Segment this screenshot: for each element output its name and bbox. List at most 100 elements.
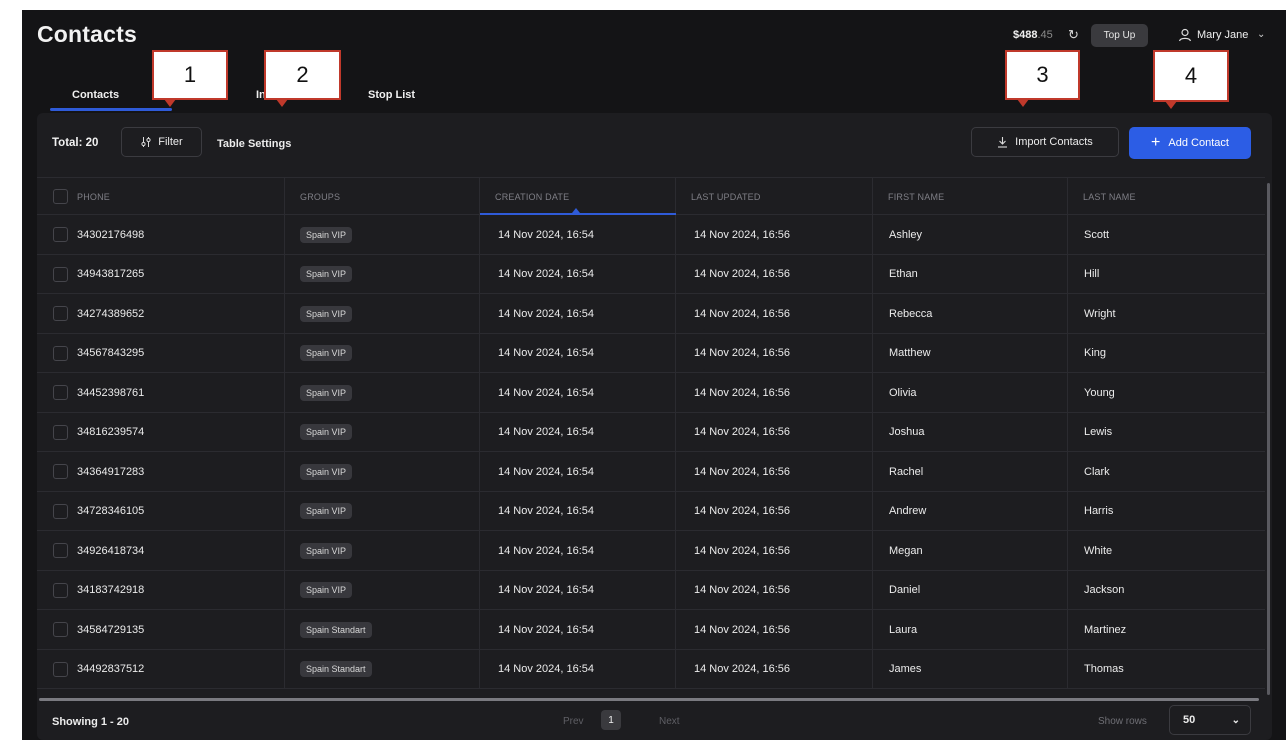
cell-last-name: Jackson [1084,584,1125,596]
cell-last-updated: 14 Nov 2024, 16:56 [676,610,873,649]
page-title: Contacts [37,21,138,47]
user-icon[interactable] [1178,28,1192,42]
cell-first-name: Daniel [873,570,1068,610]
prev-page-button[interactable]: Prev [563,716,584,727]
cell-groups: Spain VIP [285,412,480,452]
cell-creation-date: 14 Nov 2024, 16:54 [480,412,676,452]
cell-last-updated: 14 Nov 2024, 16:56 [676,412,873,452]
filter-label: Filter [158,136,183,148]
cell-first-name: James [873,649,1068,689]
import-contacts-label: Import Contacts [1015,136,1093,148]
cell-first-name: Megan [873,531,1068,570]
next-page-button[interactable]: Next [659,716,680,727]
column-header-first-name[interactable]: FIRST NAME [873,178,1068,215]
balance: $488.45 [1013,29,1053,41]
total-count: Total: 20 [52,137,99,149]
cell-phone: 34274389652 [37,294,285,333]
show-rows-label: Show rows [1098,716,1147,727]
table-row[interactable]: 34584729135 Spain Standart 14 Nov 2024, 16… [37,610,1265,650]
table-row[interactable]: 34492837512 Spain Standart 14 Nov 2024, 16… [37,649,1265,689]
cell-last-updated: 14 Nov 2024, 16:56 [676,215,873,254]
sort-caret-icon [572,208,580,213]
cell-groups: Spain Standart [285,649,480,689]
vertical-scrollbar[interactable] [1267,183,1270,695]
user-name[interactable]: Mary Jane [1197,29,1248,41]
cell-groups: Spain VIP [285,570,480,610]
table-row[interactable]: 34816239574 Spain VIP 14 Nov 2024, 16:54 14… [37,412,1265,452]
cell-phone: 34302176498 [37,215,285,254]
table-row[interactable]: 34302176498 Spain VIP 14 Nov 2024, 16:54 14… [37,215,1265,255]
cell-first-name: Rebecca [873,294,1068,333]
cell-creation-date: 14 Nov 2024, 16:54 [480,294,676,333]
cell-last-updated: 14 Nov 2024, 16:56 [676,531,873,570]
cell-creation-date: 14 Nov 2024, 16:54 [480,333,676,373]
chevron-down-icon[interactable]: ⌄ [1257,29,1265,40]
group-badge: Spain VIP [300,305,353,322]
cell-first-name: Olivia [873,373,1068,412]
cell-groups: Spain VIP [285,491,480,531]
rows-per-page-value: 50 [1183,714,1196,726]
cell-creation-date: 14 Nov 2024, 16:54 [480,610,676,649]
table-row[interactable]: 34728346105 Spain VIP 14 Nov 2024, 16:54 14… [37,491,1265,531]
cell-phone: 34452398761 [37,373,285,412]
column-header-last-name[interactable]: LAST NAME [1068,178,1265,215]
group-badge: Spain VIP [300,503,353,519]
page-number-button[interactable]: 1 [601,710,621,730]
group-badge: Spain VIP [300,542,353,559]
column-header-last-updated[interactable]: LAST UPDATED [676,178,873,215]
cell-last-name: White [1084,544,1113,557]
cell-phone: 34728346105 [37,491,285,531]
cell-creation-date: 14 Nov 2024, 16:54 [480,491,676,531]
cell-creation-date: 14 Nov 2024, 16:54 [480,649,676,689]
cell-last-name: Martinez [1084,623,1127,636]
cell-phone: 34183742918 [37,570,285,610]
filter-button[interactable]: Filter [121,127,202,157]
cell-last-name: Young [1084,386,1115,399]
cell-phone: 34816239574 [37,412,285,452]
table-row[interactable]: 34183742918 Spain VIP 14 Nov 2024, 16:54 14… [37,570,1265,610]
callout-1: 1 [152,50,228,107]
plus-icon: + [1151,134,1161,151]
cell-phone: 34943817265 [37,254,285,294]
table-row[interactable]: 34567843295 Spain VIP 14 Nov 2024, 16:54 14… [37,333,1265,373]
callout-2: 2 [264,50,341,107]
add-contact-button[interactable]: + Add Contact [1129,127,1251,159]
cell-last-name: Lewis [1084,426,1113,438]
topup-button[interactable]: Top Up [1091,24,1148,47]
column-header-groups[interactable]: GROUPS [285,178,480,215]
table-row[interactable]: 34452398761 Spain VIP 14 Nov 2024, 16:54 14… [37,373,1265,413]
table-row[interactable]: 34274389652 Spain VIP 14 Nov 2024, 16:54 14… [37,294,1265,334]
cell-creation-date: 14 Nov 2024, 16:54 [480,452,676,491]
add-contact-label: Add Contact [1168,137,1229,149]
column-header-phone[interactable]: PHONE [37,178,285,215]
pagination-summary: Showing 1 - 20 [52,716,130,728]
cell-creation-date: 14 Nov 2024, 16:54 [480,531,676,570]
table-settings-button[interactable]: Table Settings [217,138,291,150]
balance-decimal: .45 [1037,29,1053,41]
group-badge: Spain VIP [300,226,353,243]
table-row[interactable]: 34943817265 Spain VIP 14 Nov 2024, 16:54 14… [37,254,1265,294]
cell-last-updated: 14 Nov 2024, 16:56 [676,649,873,689]
cell-groups: Spain VIP [285,333,480,373]
group-badge: Spain VIP [300,345,353,361]
cell-groups: Spain VIP [285,215,480,254]
cell-last-name: Harris [1084,505,1114,517]
callout-4: 4 [1153,50,1229,109]
contacts-panel: Total: 20 Filter Table Settings Import C… [37,113,1272,740]
tab-contacts[interactable]: Contacts [72,89,119,101]
table-row[interactable]: 34926418734 Spain VIP 14 Nov 2024, 16:54 14… [37,531,1265,571]
app-window: Contacts $488.45 ↻ Top Up Mary Jane ⌄ Co… [22,10,1286,740]
group-badge: Spain VIP [300,463,353,480]
cell-phone: 34567843295 [37,333,285,373]
group-badge: Spain VIP [300,582,353,598]
chevron-down-icon: ⌄ [1231,714,1240,726]
cell-last-updated: 14 Nov 2024, 16:56 [676,452,873,491]
horizontal-scrollbar[interactable] [39,698,1259,701]
rows-per-page-select[interactable]: 50 ⌄ [1169,705,1251,735]
refresh-icon[interactable]: ↻ [1068,27,1079,43]
tab-stop-list[interactable]: Stop List [368,89,415,101]
import-contacts-button[interactable]: Import Contacts [971,127,1119,157]
table-row[interactable]: 34364917283 Spain VIP 14 Nov 2024, 16:54 14… [37,452,1265,492]
group-badge: Spain Standart [300,621,372,638]
cell-last-name: Scott [1084,228,1110,241]
